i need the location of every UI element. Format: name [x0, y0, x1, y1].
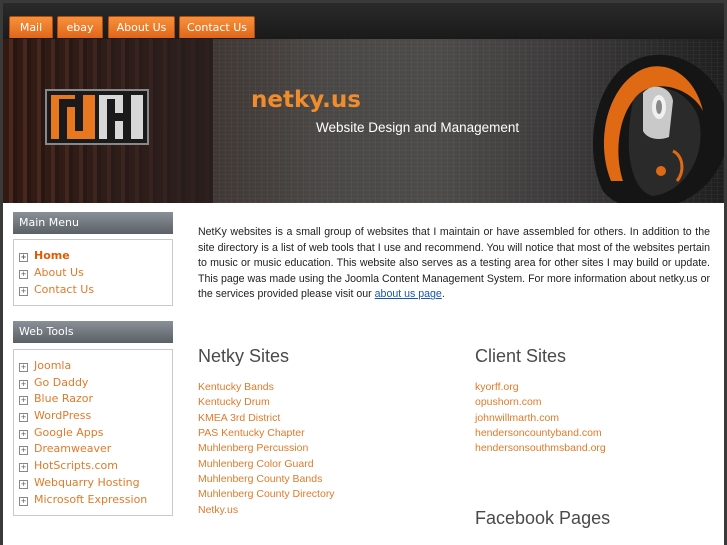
- intro-paragraph: NetKy websites is a small group of websi…: [198, 225, 710, 303]
- link-netky-us[interactable]: Netky.us: [198, 504, 238, 516]
- link-hendersoncountyband[interactable]: hendersoncountyband.com: [475, 427, 602, 439]
- link-kentucky-bands[interactable]: Kentucky Bands: [198, 381, 274, 393]
- link-kentucky-drum[interactable]: Kentucky Drum: [198, 396, 270, 408]
- top-nav: Mail ebay About Us Contact Us: [3, 3, 724, 39]
- menu-item-label: Webquarry Hosting: [34, 476, 140, 489]
- menu-item-label: WordPress: [34, 409, 92, 422]
- bullet-icon: +: [19, 270, 28, 279]
- web-tools-header: Web Tools: [13, 321, 173, 343]
- header-banner: netky.us Website Design and Management: [3, 39, 724, 203]
- link-hendersonsouthmsband[interactable]: hendersonsouthmsband.org: [475, 442, 606, 454]
- link-muhlenberg-county-directory[interactable]: Muhlenberg County Directory: [198, 488, 335, 500]
- menu-item-label: Google Apps: [34, 426, 104, 439]
- web-tools-menu: + Joomla + Go Daddy + Blue Razor + WordPress…: [13, 349, 173, 516]
- bullet-icon: +: [19, 413, 28, 422]
- tab-contact-us[interactable]: Contact Us: [179, 16, 255, 38]
- menu-item-label: Contact Us: [34, 283, 95, 296]
- bullet-icon: +: [19, 446, 28, 455]
- page: Mail ebay About Us Contact Us netky.us W…: [3, 3, 724, 545]
- link-johnwillmarth[interactable]: johnwillmarth.com: [475, 412, 559, 424]
- main-menu-header: Main Menu: [13, 212, 173, 234]
- menu-item-webquarry-hosting[interactable]: + Webquarry Hosting: [19, 475, 140, 491]
- menu-item-microsoft-expression[interactable]: + Microsoft Expression: [19, 492, 147, 508]
- nk-logo[interactable]: [45, 89, 149, 145]
- bullet-icon: +: [19, 380, 28, 389]
- bullet-icon: +: [19, 497, 28, 506]
- site-title: netky.us: [251, 87, 361, 113]
- about-us-page-link[interactable]: about us page: [375, 288, 442, 300]
- bullet-icon: +: [19, 253, 28, 262]
- bullet-icon: +: [19, 396, 28, 405]
- link-muhlenberg-county-bands[interactable]: Muhlenberg County Bands: [198, 473, 322, 485]
- menu-item-label: Go Daddy: [34, 376, 89, 389]
- menu-item-label: Blue Razor: [34, 392, 94, 405]
- menu-item-label: Dreamweaver: [34, 442, 112, 455]
- menu-item-blue-razor[interactable]: + Blue Razor: [19, 391, 93, 407]
- tab-ebay[interactable]: ebay: [57, 16, 103, 38]
- intro-text: NetKy websites is a small group of websi…: [198, 226, 710, 301]
- menu-item-label: About Us: [34, 266, 84, 279]
- link-kyorff[interactable]: kyorff.org: [475, 381, 519, 393]
- link-muhlenberg-color-guard[interactable]: Muhlenberg Color Guard: [198, 458, 314, 470]
- link-kmea-3rd-district[interactable]: KMEA 3rd District: [198, 412, 280, 424]
- link-pas-kentucky-chapter[interactable]: PAS Kentucky Chapter: [198, 427, 305, 439]
- computer-mouse-icon: [593, 54, 724, 203]
- bullet-icon: +: [19, 363, 28, 372]
- menu-item-hotscripts[interactable]: + HotScripts.com: [19, 458, 118, 474]
- menu-item-go-daddy[interactable]: + Go Daddy: [19, 375, 88, 391]
- menu-item-label: Joomla: [34, 359, 72, 372]
- facebook-pages-heading: Facebook Pages: [475, 508, 611, 528]
- menu-item-dreamweaver[interactable]: + Dreamweaver: [19, 441, 111, 457]
- menu-item-about-us[interactable]: + About Us: [19, 265, 84, 281]
- menu-item-joomla[interactable]: + Joomla: [19, 358, 71, 374]
- menu-item-wordpress[interactable]: + WordPress: [19, 408, 91, 424]
- netky-sites-heading: Netky Sites: [198, 346, 290, 366]
- menu-item-google-apps[interactable]: + Google Apps: [19, 425, 104, 441]
- menu-item-label: Home: [34, 249, 70, 262]
- main-menu: + Home + About Us + Contact Us: [13, 239, 173, 306]
- bullet-icon: +: [19, 287, 28, 296]
- menu-item-home[interactable]: + Home: [19, 248, 70, 264]
- site-subtitle: Website Design and Management: [316, 120, 520, 135]
- client-sites-heading: Client Sites: [475, 346, 567, 366]
- link-opushorn[interactable]: opushorn.com: [475, 396, 542, 408]
- bullet-icon: +: [19, 480, 28, 489]
- nk-logo-icon: [47, 91, 147, 143]
- intro-end: .: [441, 288, 445, 301]
- menu-item-label: HotScripts.com: [34, 459, 118, 472]
- tab-about-us[interactable]: About Us: [108, 16, 175, 38]
- menu-item-label: Microsoft Expression: [34, 493, 148, 506]
- link-muhlenberg-percussion[interactable]: Muhlenberg Percussion: [198, 442, 308, 454]
- tab-mail[interactable]: Mail: [9, 16, 53, 38]
- menu-item-contact-us[interactable]: + Contact Us: [19, 282, 94, 298]
- bullet-icon: +: [19, 430, 28, 439]
- bullet-icon: +: [19, 463, 28, 472]
